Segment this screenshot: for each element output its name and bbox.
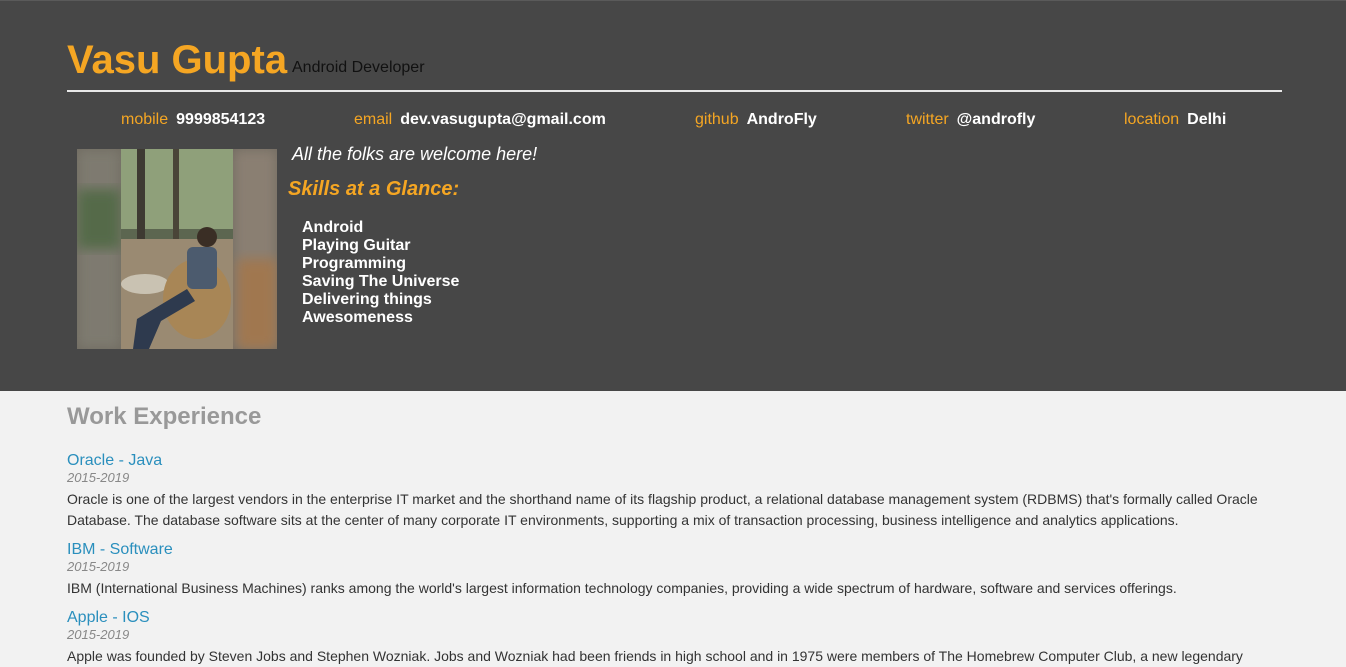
job-description: Apple was founded by Steven Jobs and Ste… xyxy=(67,648,1243,664)
skill-item: Android xyxy=(302,219,364,236)
contact-mobile: mobile 9999854123 xyxy=(121,111,265,129)
work-experience-title: Work Experience xyxy=(67,403,262,430)
job-entry: IBM - Software 2015-2019 IBM (Internatio… xyxy=(67,541,1282,599)
contact-twitter: twitter @androfly xyxy=(906,111,1035,129)
skill-item: Awesomeness xyxy=(302,309,413,326)
job-years: 2015-2019 xyxy=(67,559,130,574)
job-title: IBM - Software xyxy=(67,541,173,558)
job-description: Oracle is one of the largest vendors in … xyxy=(67,491,1258,528)
contact-value: 9999854123 xyxy=(176,111,266,128)
contact-value: @androfly xyxy=(956,111,1036,128)
header-divider xyxy=(67,90,1282,92)
skill-item: Delivering things xyxy=(302,291,432,308)
job-title: Apple - IOS xyxy=(67,609,150,626)
contact-location: location Delhi xyxy=(1124,111,1226,129)
contact-label: location xyxy=(1124,111,1180,128)
contact-label: github xyxy=(695,111,739,128)
skill-item: Programming xyxy=(302,255,407,272)
job-entry: Apple - IOS 2015-2019 Apple was founded … xyxy=(67,609,1282,667)
contact-label: email xyxy=(354,111,393,128)
job-years: 2015-2019 xyxy=(67,627,130,642)
skill-item: Playing Guitar xyxy=(302,237,411,254)
profile-role: Android Developer xyxy=(292,59,425,76)
skills-list: Android Playing Guitar Programming Savin… xyxy=(302,219,459,327)
job-description: IBM (International Business Machines) ra… xyxy=(67,580,1177,596)
contact-github: github AndroFly xyxy=(695,111,817,129)
contact-email: email dev.vasugupta@gmail.com xyxy=(354,111,606,129)
skills-title: Skills at a Glance: xyxy=(288,178,460,200)
contact-label: mobile xyxy=(121,111,169,128)
profile-header: Vasu Gupta Android Developer mobile 99998… xyxy=(0,0,1346,391)
contact-value: AndroFly xyxy=(746,111,817,128)
profile-name: Vasu Gupta xyxy=(67,38,288,82)
job-entry: Oracle - Java 2015-2019 Oracle is one of… xyxy=(67,452,1282,531)
contact-value: dev.vasugupta@gmail.com xyxy=(400,111,606,128)
profile-tagline: All the folks are welcome here! xyxy=(292,144,538,164)
work-experience-section: Work Experience Oracle - Java 2015-2019 … xyxy=(67,402,1282,667)
skill-item: Saving The Universe xyxy=(302,273,460,290)
contact-label: twitter xyxy=(906,111,949,128)
contact-value: Delhi xyxy=(1187,111,1227,128)
profile-photo xyxy=(77,149,277,349)
job-title: Oracle - Java xyxy=(67,452,163,469)
job-years: 2015-2019 xyxy=(67,470,130,485)
